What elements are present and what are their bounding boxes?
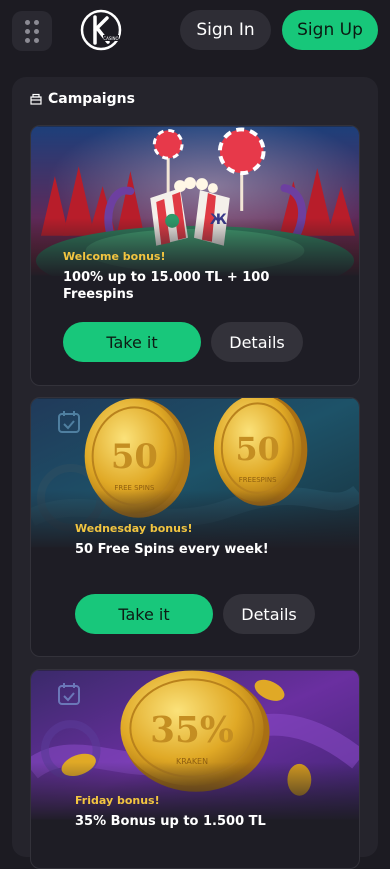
campaign-title: 35% Bonus up to 1.500 TL [75,814,266,829]
svg-text:CASINO: CASINO [103,36,118,41]
campaign-title: 50 Free Spins every week! [75,542,269,557]
campaign-card-welcome: Ж Welcome bonus! 100% up to 15.000 TL + … [30,125,360,386]
campaign-label: Friday bonus! [75,794,160,807]
svg-text:35%: 35% [150,709,234,751]
campaign-title: 100% up to 15.000 TL + 100 Freespins [63,270,270,302]
calendar-check-icon [58,683,80,705]
campaigns-heading-text: Campaigns [48,91,135,107]
svg-text:50: 50 [111,436,158,476]
sign-up-button[interactable]: Sign Up [282,10,378,50]
campaigns-heading: Campaigns [30,91,135,107]
svg-text:FREESPINS: FREESPINS [239,476,277,484]
take-it-button[interactable]: Take it [63,322,201,362]
menu-icon[interactable] [12,11,52,51]
gift-icon [30,93,42,105]
details-button[interactable]: Details [211,322,303,362]
header: CASINO Sign In Sign Up [0,0,390,60]
calendar-check-icon [58,411,80,433]
campaigns-panel: Campaigns Welcome bonus! 100% up to 15.0… [12,77,378,869]
details-button[interactable]: Details [223,594,315,634]
campaign-card-wednesday: 50 FREE SPINS 50 FREESPINS Wednesday bon… [30,397,360,657]
campaign-label: Welcome bonus! [63,250,166,263]
logo[interactable]: CASINO [79,8,123,52]
take-it-button[interactable]: Take it [75,594,213,634]
sign-in-button[interactable]: Sign In [180,10,271,50]
campaign-card-friday: 35% KRAKEN Friday bonus! 35% Bonus up to… [30,669,360,869]
campaign-label: Wednesday bonus! [75,522,193,535]
svg-text:50: 50 [235,431,279,468]
